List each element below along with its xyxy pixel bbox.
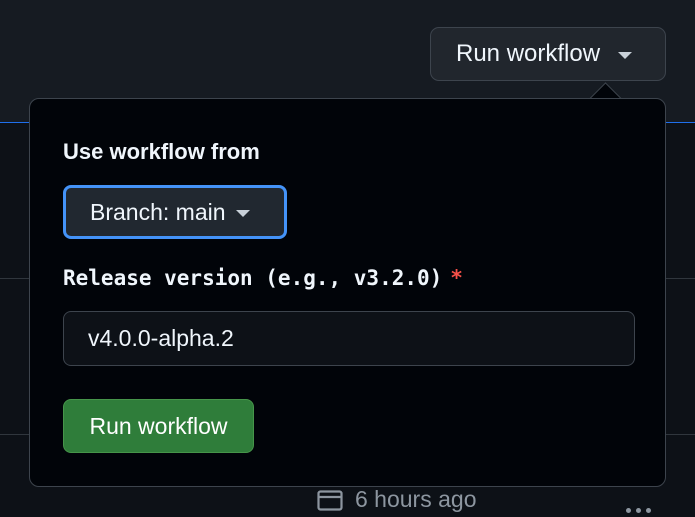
- branch-selector-button[interactable]: Branch: main: [63, 185, 287, 239]
- run-timestamp: 6 hours ago: [317, 486, 476, 513]
- run-workflow-toggle-button[interactable]: Run workflow: [430, 27, 666, 81]
- required-marker: *: [450, 266, 463, 290]
- run-workflow-toggle-label: Run workflow: [456, 40, 601, 67]
- kebab-horizontal-icon[interactable]: [626, 508, 651, 513]
- run-workflow-submit-button[interactable]: Run workflow: [63, 399, 254, 453]
- release-version-label: Release version (e.g., v3.2.0) *: [63, 266, 463, 290]
- chevron-down-icon: [235, 209, 250, 217]
- branch-selector-label: Branch: main: [90, 198, 226, 225]
- run-workflow-dialog: Use workflow from Branch: main Release v…: [29, 98, 666, 487]
- use-workflow-from-label: Use workflow from: [63, 139, 260, 164]
- kebab-dot: [626, 508, 631, 513]
- run-timestamp-text: 6 hours ago: [355, 486, 477, 512]
- release-version-label-text: Release version (e.g., v3.2.0): [63, 266, 443, 290]
- release-version-input[interactable]: [63, 311, 635, 366]
- run-workflow-submit-label: Run workflow: [89, 412, 228, 439]
- kebab-dot: [646, 508, 651, 513]
- chevron-down-icon: [618, 52, 633, 59]
- kebab-dot: [636, 508, 641, 513]
- workflow-runs-page: Run workflow Use workflow from Branch: m…: [0, 0, 695, 517]
- calendar-icon: [317, 489, 343, 511]
